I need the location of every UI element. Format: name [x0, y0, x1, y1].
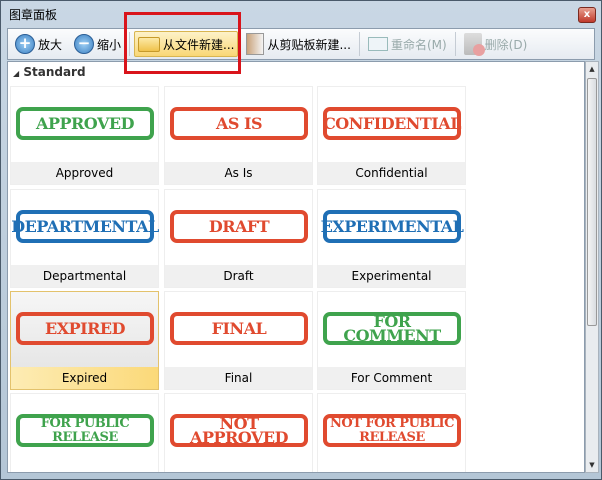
- collapse-arrow-icon: ◢: [13, 69, 20, 78]
- scroll-down-arrow-icon[interactable]: ▼: [586, 458, 598, 472]
- stamp-item[interactable]: CONFIDENTIAL Confidential: [317, 86, 466, 185]
- clipboard-icon: [246, 33, 265, 55]
- stamp-list: ◢ Standard APPROVED Approved AS IS As Is CON…: [7, 61, 585, 473]
- stamp-preview: FINAL: [170, 312, 308, 345]
- stamp-item[interactable]: AS IS As Is: [164, 86, 313, 185]
- stamp-item[interactable]: APPROVED Approved: [10, 86, 159, 185]
- stamp-label: Departmental: [11, 265, 158, 287]
- stamp-preview: NOT APPROVED: [170, 414, 308, 447]
- rename-button[interactable]: 重命名(M): [364, 31, 451, 57]
- stamp-label: For Comment: [318, 367, 465, 389]
- trash-icon: [463, 33, 485, 56]
- stamp-label: Experimental: [318, 265, 465, 287]
- stamp-preview: DEPARTMENTAL: [11, 210, 159, 243]
- stamp-item[interactable]: FOR COMMENT For Comment: [317, 291, 466, 390]
- stamp-panel-window: 图章面板 x + 放大 − 缩小 从文件新建... 从剪贴板新建... 重命名(M)…: [0, 0, 602, 480]
- scrollbar-thumb[interactable]: [587, 78, 597, 326]
- minus-icon: −: [74, 34, 95, 54]
- stamp-preview: CONFIDENTIAL: [323, 107, 461, 140]
- new-from-clipboard-button[interactable]: 从剪贴板新建...: [242, 31, 354, 57]
- delete-button[interactable]: 删除(D): [460, 31, 532, 57]
- separator: [358, 32, 360, 56]
- rename-icon: [367, 37, 388, 51]
- window-title: 图章面板: [9, 8, 58, 22]
- stamp-preview: DRAFT: [170, 210, 308, 243]
- toolbar: + 放大 − 缩小 从文件新建... 从剪贴板新建... 重命名(M) 删除(D): [7, 28, 595, 60]
- stamp-item[interactable]: DRAFT Draft: [164, 189, 313, 288]
- stamp-item[interactable]: DEPARTMENTAL Departmental: [10, 189, 159, 288]
- stamp-label: Expired: [11, 367, 158, 389]
- stamp-label: As Is: [165, 162, 312, 184]
- stamp-label: Final: [165, 367, 312, 389]
- stamp-preview: AS IS: [170, 107, 308, 140]
- close-button[interactable]: x: [578, 7, 596, 23]
- plus-icon: +: [15, 34, 35, 54]
- group-header-standard[interactable]: ◢ Standard: [13, 65, 86, 79]
- stamp-label: Draft: [165, 265, 312, 287]
- delete-label: 删除(D): [484, 37, 528, 52]
- stamp-preview: EXPERIMENTAL: [321, 210, 464, 243]
- vertical-scrollbar[interactable]: ▲ ▼: [585, 61, 599, 473]
- new-from-clipboard-label: 从剪贴板新建...: [267, 37, 351, 52]
- stamp-item[interactable]: EXPIRED Expired: [10, 291, 159, 390]
- stamp-preview: NOT FOR PUBLIC RELEASE: [323, 414, 461, 447]
- zoom-in-button[interactable]: + 放大: [11, 31, 66, 57]
- group-label: Standard: [23, 65, 86, 79]
- stamp-preview: APPROVED: [16, 107, 154, 140]
- stamp-item[interactable]: FOR PUBLIC RELEASE: [10, 393, 159, 472]
- scroll-up-arrow-icon[interactable]: ▲: [586, 62, 598, 76]
- stamp-preview: EXPIRED: [16, 312, 154, 345]
- highlight-annotation-box: [124, 12, 241, 74]
- separator: [454, 32, 456, 56]
- stamp-item[interactable]: NOT FOR PUBLIC RELEASE: [317, 393, 466, 472]
- stamp-item[interactable]: EXPERIMENTAL Experimental: [317, 189, 466, 288]
- stamp-item[interactable]: NOT APPROVED: [164, 393, 313, 472]
- stamp-preview: FOR PUBLIC RELEASE: [16, 414, 154, 447]
- stamp-label: Approved: [11, 162, 158, 184]
- zoom-out-button[interactable]: − 缩小: [70, 31, 125, 57]
- stamp-item[interactable]: FINAL Final: [164, 291, 313, 390]
- zoom-out-label: 缩小: [97, 37, 122, 52]
- zoom-in-label: 放大: [38, 37, 63, 52]
- stamp-preview: FOR COMMENT: [323, 312, 461, 345]
- stamp-label: Confidential: [318, 162, 465, 184]
- rename-label: 重命名(M): [390, 37, 447, 52]
